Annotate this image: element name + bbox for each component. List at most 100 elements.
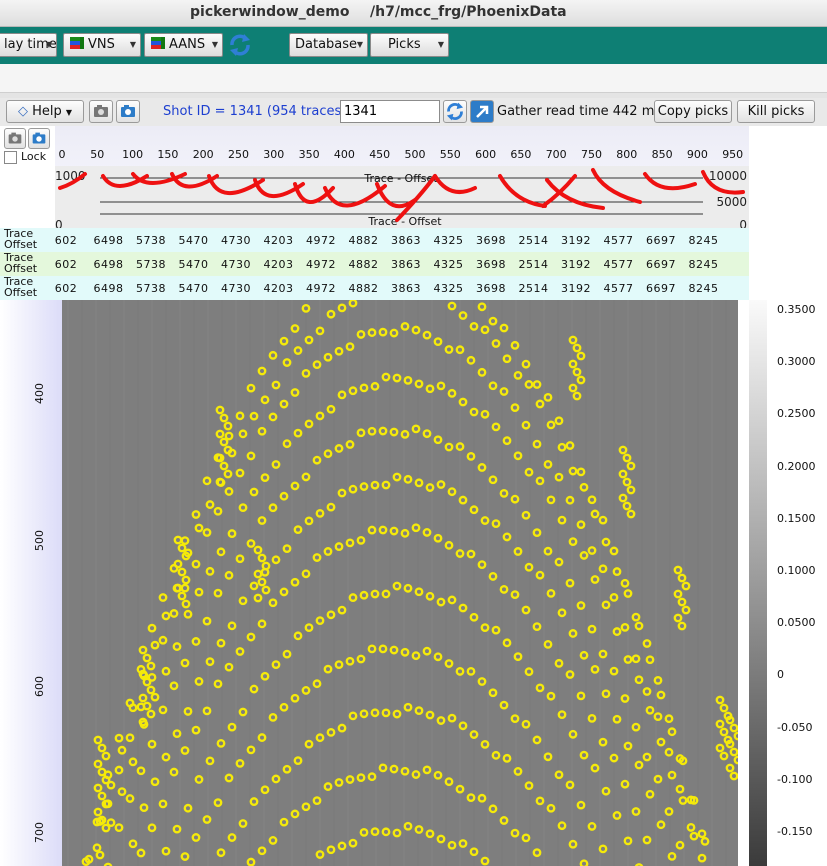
reload-shot-button[interactable] — [443, 100, 467, 123]
offset-value: 602 — [54, 258, 78, 271]
display-time-dropdown[interactable]: lay time ▼ — [0, 33, 57, 57]
row-label-offset: Offset — [4, 286, 38, 299]
offset-value: 4325 — [433, 282, 464, 295]
offset-value: 2514 — [518, 234, 549, 247]
read-time-label: Gather read time 442 ms — [497, 104, 662, 119]
trace-tick-label: 400 — [333, 148, 355, 161]
colorbar-label: 0.1500 — [777, 511, 816, 525]
colorbar-label: 0.1000 — [777, 564, 816, 577]
trace-tick-label: 900 — [686, 148, 708, 161]
time-axis — [0, 300, 62, 866]
trace-tick-label: 50 — [90, 148, 105, 161]
trace-tick-label: 150 — [157, 148, 179, 161]
offset-value: 6498 — [93, 234, 124, 247]
refresh-icon[interactable] — [227, 32, 253, 58]
main-toolbar: lay time ▼ VNS ▼ AANS ▼ Database ▼ Picks ▼ — [0, 27, 827, 64]
colorbar-label: 0.2500 — [777, 407, 816, 421]
row-label-offset: Offset — [4, 262, 38, 275]
colorbar-label: 0.3500 — [777, 303, 816, 316]
cube-icon — [70, 37, 84, 49]
picker-toolbar: ◇ Help ▼ Shot ID = 1341 (954 traces) Gat… — [0, 98, 827, 126]
chevron-down-icon: ▼ — [45, 40, 52, 49]
offset-value: 8245 — [688, 282, 719, 295]
help-label: Help — [32, 104, 62, 119]
colorbar-label: 0.0500 — [777, 616, 816, 630]
offset-value: 4203 — [263, 282, 294, 295]
trace-tick-label: 850 — [651, 148, 673, 161]
seismic-gather-plot[interactable] — [62, 300, 738, 866]
database-label: Database — [295, 37, 358, 52]
vns-dropdown[interactable]: VNS ▼ — [63, 33, 141, 57]
time-tick-label: 500 — [33, 530, 46, 551]
colorbar-label: 0.2000 — [777, 459, 816, 473]
offset-value: 6697 — [646, 234, 676, 247]
chevron-down-icon: ▼ — [65, 108, 73, 117]
offset-value: 4730 — [221, 234, 251, 247]
offset-value: 3192 — [561, 282, 591, 295]
trace-tick-label: 800 — [616, 148, 638, 161]
offset-value: 4972 — [306, 234, 336, 247]
trace-tick-label: 950 — [722, 148, 744, 161]
offset-value: 3863 — [391, 234, 421, 247]
offset-value: 3698 — [476, 282, 506, 295]
offset-value: 4972 — [306, 282, 336, 295]
offset-value: 4577 — [603, 234, 634, 247]
chevron-down-icon: ▼ — [356, 40, 363, 49]
right-y-top: 10000 — [709, 169, 747, 183]
snapshot-window-button[interactable] — [116, 100, 140, 123]
shot-id-label: Shot ID = 1341 (954 traces) — [163, 104, 347, 119]
offset-value: 4882 — [348, 234, 379, 247]
trace-tick-label: 0 — [58, 148, 66, 161]
trace-offset-plot: Trace - Offset Trace - Offset 1000 0 100… — [55, 166, 749, 228]
database-dropdown[interactable]: Database ▼ — [289, 33, 368, 57]
aans-dropdown[interactable]: AANS ▼ — [144, 33, 223, 57]
picks-dropdown[interactable]: Picks ▼ — [370, 33, 449, 57]
shot-id-input[interactable] — [340, 100, 440, 123]
colorbar-label: -0.050 — [777, 720, 813, 734]
chevron-down-icon: ▼ — [437, 40, 444, 49]
header-snapshot-button[interactable] — [4, 128, 26, 149]
colorbar — [749, 300, 767, 866]
offset-value: 4325 — [433, 234, 464, 247]
trace-tick-label: 250 — [228, 148, 249, 161]
lock-checkbox[interactable] — [4, 151, 17, 164]
right-y-bottom: 0 — [739, 218, 747, 228]
camera-blue-icon — [32, 132, 46, 144]
offset-value: 5470 — [178, 234, 209, 247]
offset-value: 4972 — [306, 258, 336, 271]
camera-icon — [94, 105, 108, 117]
picks-label: Picks — [388, 37, 421, 52]
goto-button[interactable] — [470, 100, 494, 123]
row-label: Trace Offset — [4, 228, 37, 250]
snapshot-button[interactable] — [89, 100, 113, 123]
colorbar-label: 0.3000 — [777, 355, 816, 369]
offset-value: 4577 — [603, 258, 634, 271]
trace-tick-label: 450 — [369, 148, 391, 161]
offset-value: 602 — [54, 234, 78, 247]
offset-value: 602 — [54, 282, 78, 295]
offset-value: 5470 — [178, 282, 209, 295]
chevron-down-icon: ▼ — [129, 40, 136, 49]
trace-tick-label: 650 — [510, 148, 532, 161]
camera-blue-icon — [121, 105, 135, 117]
offset-value: 5738 — [136, 234, 166, 247]
trace-tick-label: 750 — [581, 148, 602, 161]
right-y-mid: 5000 — [716, 195, 747, 209]
copy-picks-button[interactable]: Copy picks — [654, 100, 732, 123]
kill-picks-button[interactable]: Kill picks — [737, 100, 815, 123]
left-y-bottom: 0 — [55, 218, 63, 228]
time-tick-label: 400 — [33, 383, 46, 404]
refresh-icon — [446, 102, 464, 121]
header-snapshot-window-button[interactable] — [28, 128, 50, 149]
help-button[interactable]: ◇ Help ▼ — [6, 100, 84, 123]
trace-tick-label: 100 — [122, 148, 144, 161]
offset-value: 4730 — [221, 282, 251, 295]
offset-value: 4730 — [221, 258, 251, 271]
offset-value: 6498 — [93, 258, 124, 271]
trace-header-row: Trace Offset 602 6498 5738 5470 4730 4203 4972 48… — [0, 252, 749, 276]
offset-value: 2514 — [518, 258, 549, 271]
offset-value: 4203 — [263, 258, 294, 271]
trace-tick-label: 500 — [404, 148, 426, 161]
cube-icon — [151, 37, 165, 49]
row-label-offset: Offset — [4, 238, 38, 251]
